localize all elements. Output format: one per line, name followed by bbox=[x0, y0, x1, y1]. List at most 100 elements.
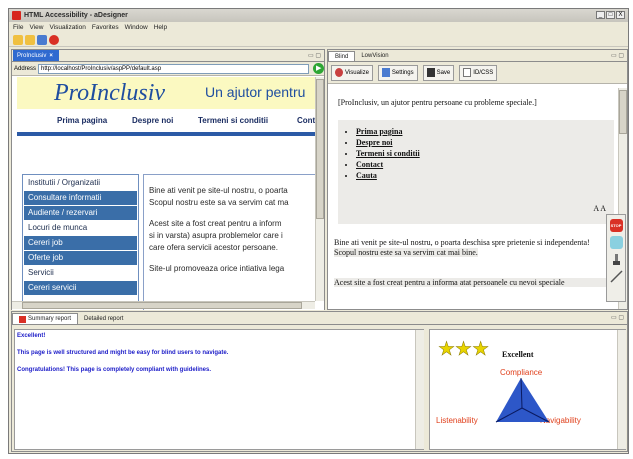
editor-pane: ProInclusiv × ▭ ▢ Address http://localho… bbox=[11, 49, 325, 310]
menu-favorites[interactable]: Favorites bbox=[92, 24, 119, 31]
blind-link[interactable]: Despre noi bbox=[356, 137, 420, 148]
save-icon bbox=[426, 68, 435, 77]
tab-label: ProInclusiv bbox=[17, 52, 47, 59]
report-line: Congratulations! This page is completely… bbox=[17, 367, 212, 373]
side-menu-item[interactable]: Institutii / Organizatii bbox=[24, 176, 137, 190]
close-tab-icon[interactable]: × bbox=[49, 53, 53, 59]
scroll-thumb[interactable] bbox=[316, 79, 324, 219]
content-line: Bine ati venit pe site-ul nostru, o poar… bbox=[149, 186, 288, 195]
tab-lowvision[interactable]: LowVision bbox=[355, 51, 394, 61]
save-button[interactable]: Save bbox=[422, 64, 455, 81]
stop-sign-icon[interactable]: STOP bbox=[609, 219, 623, 232]
blind-link[interactable]: Cauta bbox=[356, 170, 420, 181]
forward-icon[interactable] bbox=[25, 34, 35, 45]
side-menu: Institutii / Organizatii Consultare info… bbox=[22, 174, 139, 309]
address-bar: Address http://localhost/ProInclusiv/asp… bbox=[12, 62, 324, 76]
content-line: Scopul nostru este sa va servim cat ma bbox=[149, 198, 289, 207]
settings-button[interactable]: Settings bbox=[377, 64, 418, 81]
blind-link[interactable]: Prima pagina bbox=[356, 126, 420, 137]
tab-blind[interactable]: Blind bbox=[328, 51, 356, 61]
tab-detailed-report[interactable]: Detailed report bbox=[78, 313, 129, 324]
side-menu-item[interactable]: Locuri de munca bbox=[24, 221, 137, 235]
editor-vertical-scrollbar[interactable] bbox=[315, 77, 324, 301]
line-tool-icon[interactable] bbox=[609, 270, 623, 283]
report-vertical-scrollbar[interactable] bbox=[415, 330, 424, 449]
report-pane: Summary report Detailed report ▭ ▢ Excel… bbox=[11, 311, 628, 452]
report-icon bbox=[19, 315, 26, 323]
nav-cont[interactable]: Cont bbox=[297, 116, 315, 125]
pane-controls[interactable]: ▭ ▢ bbox=[611, 52, 624, 59]
app-logo-icon bbox=[12, 11, 21, 20]
blind-link[interactable]: Contact bbox=[356, 159, 420, 170]
title-bar: HTML Accessibility - aDesigner _ □ X bbox=[9, 9, 628, 22]
scroll-thumb[interactable] bbox=[22, 302, 302, 309]
tab-summary-label: Summary report bbox=[28, 316, 72, 322]
content-line: care ofera servicii acestor persoane. bbox=[149, 243, 278, 252]
refresh-icon[interactable] bbox=[37, 34, 47, 45]
blind-paragraph-2: Acest site a fost creat pentru a informa… bbox=[334, 278, 610, 287]
menu-visualization[interactable]: Visualization bbox=[49, 24, 85, 31]
blind-render: [ProInclusiv, un ajutor pentru persoane … bbox=[330, 88, 616, 308]
pane-controls[interactable]: ▭ ▢ bbox=[611, 314, 624, 321]
site-brand: ProInclusiv bbox=[54, 80, 166, 106]
address-label: Address bbox=[14, 65, 37, 72]
address-input[interactable]: http://localhost/ProInclusiv/aspPP/defau… bbox=[38, 63, 310, 74]
go-button[interactable]: ▶ bbox=[313, 63, 324, 74]
blind-view-pane: Blind LowVision ▭ ▢ Visualize Settings S… bbox=[327, 49, 628, 310]
nav-termeni[interactable]: Termeni si conditii bbox=[198, 116, 268, 125]
site-slogan: Un ajutor pentru bbox=[205, 84, 306, 100]
menu-help[interactable]: Help bbox=[154, 24, 167, 31]
tab-proinclusiv[interactable]: ProInclusiv × bbox=[13, 50, 59, 61]
alt-text-marker: A A bbox=[593, 204, 606, 213]
menu-file[interactable]: File bbox=[13, 24, 23, 31]
content-line: Site-ul promoveaza orice intiativa lega bbox=[149, 264, 285, 273]
content-line: si in varsta) asupra problemelor care i bbox=[149, 231, 283, 240]
blind-heading: [ProInclusiv, un ajutor pentru persoane … bbox=[338, 98, 537, 107]
tab-summary-report[interactable]: Summary report bbox=[12, 313, 79, 324]
nav-divider bbox=[17, 132, 317, 136]
scroll-thumb[interactable] bbox=[619, 90, 627, 134]
side-menu-item[interactable]: Cereri job bbox=[24, 236, 137, 250]
rating-radar-chart bbox=[495, 377, 550, 423]
window-title: HTML Accessibility - aDesigner bbox=[24, 12, 128, 19]
content-line: Acest site a fost creat pentru a inform bbox=[149, 219, 282, 228]
site-content: Bine ati venit pe site-ul nostru, o poar… bbox=[143, 174, 323, 310]
blind-side-toolstrip: STOP bbox=[606, 214, 626, 302]
back-icon[interactable] bbox=[13, 34, 23, 45]
side-menu-item[interactable]: Oferte job bbox=[24, 251, 137, 265]
report-line: This page is well structured and might b… bbox=[17, 350, 229, 356]
side-menu-item[interactable]: Servicii bbox=[24, 266, 137, 280]
minimize-button[interactable]: _ bbox=[596, 11, 605, 19]
nav-prima-pagina[interactable]: Prima pagina bbox=[57, 116, 107, 125]
save-label: Save bbox=[436, 69, 451, 76]
rating-vertical-scrollbar[interactable] bbox=[617, 330, 626, 449]
summary-report: Excellent! This page is well structured … bbox=[14, 329, 424, 450]
side-menu-item[interactable]: Cereri servicii bbox=[24, 281, 137, 295]
report-line: Excellent! bbox=[17, 333, 46, 339]
blind-text: Bine ati venit pe site-ul nostru, o poar… bbox=[334, 238, 590, 247]
side-menu-item[interactable]: Consultare informatii bbox=[24, 191, 137, 205]
image-icon[interactable] bbox=[609, 236, 623, 249]
visualize-button[interactable]: Visualize bbox=[331, 64, 373, 81]
menu-view[interactable]: View bbox=[29, 24, 43, 31]
pane-controls[interactable]: ▭ ▢ bbox=[308, 52, 321, 59]
blind-link[interactable]: Termeni si conditii bbox=[356, 148, 420, 159]
visualize-label: Visualize bbox=[345, 69, 369, 76]
brush-icon[interactable] bbox=[610, 253, 623, 266]
idcss-button[interactable]: ID/CSS bbox=[459, 64, 498, 81]
site-preview: ProInclusiv Un ajutor pentru Prima pagin… bbox=[12, 77, 324, 310]
blind-toolbar: Visualize Settings Save ID/CSS bbox=[328, 62, 627, 84]
stop-icon[interactable] bbox=[49, 34, 59, 45]
editor-horizontal-scrollbar[interactable] bbox=[12, 301, 315, 309]
settings-label: Settings bbox=[391, 69, 414, 76]
close-window-button[interactable]: X bbox=[616, 11, 625, 19]
nav-despre-noi[interactable]: Despre noi bbox=[132, 116, 173, 125]
site-banner: ProInclusiv Un ajutor pentru bbox=[17, 77, 317, 109]
main-toolbar bbox=[9, 33, 628, 47]
side-menu-item[interactable]: Audiente / rezervari bbox=[24, 206, 137, 220]
maximize-button[interactable]: □ bbox=[606, 11, 615, 19]
site-nav: Prima pagina Despre noi Termeni si condi… bbox=[17, 111, 317, 131]
blind-paragraph: Bine ati venit pe site-ul nostru, o poar… bbox=[334, 238, 610, 258]
blind-highlight-text: Scopul nostru este sa va servim cat mai … bbox=[334, 248, 478, 257]
menu-window[interactable]: Window bbox=[125, 24, 148, 31]
